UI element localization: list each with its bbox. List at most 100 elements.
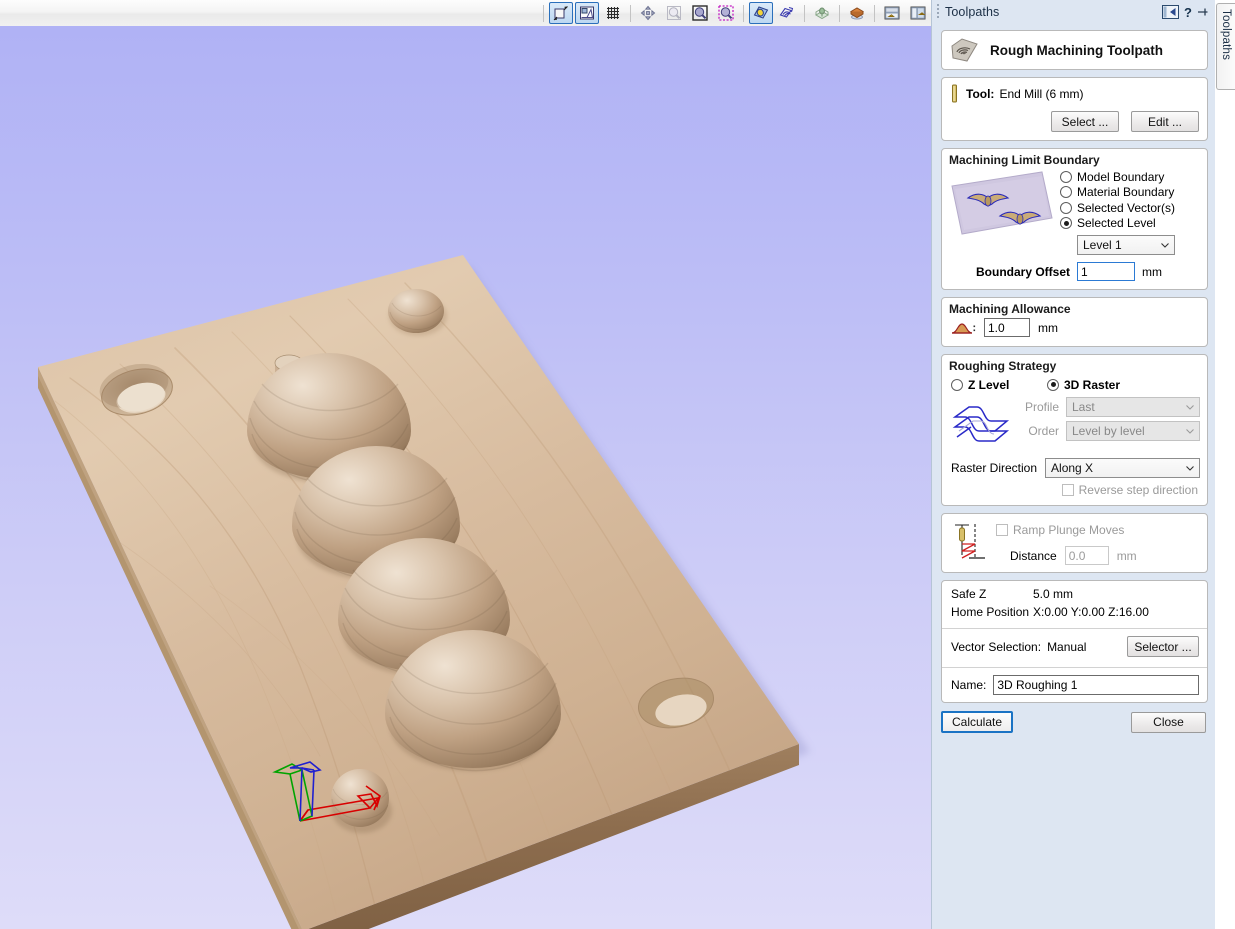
shade-toolpath-icon[interactable] (775, 2, 799, 24)
boundary-offset-label: Boundary Offset (976, 264, 1071, 279)
raster-direction-value: Along X (1051, 461, 1094, 475)
machining-allowance-input[interactable] (984, 318, 1030, 337)
auto-hide-pin-icon[interactable] (1197, 6, 1208, 18)
boundary-offset-input[interactable] (1077, 262, 1136, 281)
rough-machining-icon (951, 37, 978, 62)
toolpaths-panel: Toolpaths ? Rough Machining Toolpath Too… (931, 0, 1215, 929)
selector-button[interactable]: Selector ... (1127, 636, 1199, 657)
machining-allowance-group: Machining Allowance mm (941, 297, 1208, 347)
toolpaths-vertical-tab[interactable]: Toolpaths (1216, 3, 1235, 90)
safe-z-value: 5.0 mm (1033, 587, 1074, 601)
ramp-plunge-label: Ramp Plunge Moves (1013, 523, 1125, 537)
eagle-vectors-preview (951, 171, 1053, 235)
order-select: Level by level (1066, 421, 1200, 441)
boundary-option-material-label: Material Boundary (1077, 185, 1175, 199)
boundary-option-model[interactable]: Model Boundary (1060, 170, 1200, 184)
pan-icon[interactable] (636, 2, 660, 24)
chevron-down-icon (1186, 466, 1194, 471)
zoom-out-icon[interactable] (662, 2, 686, 24)
boundary-option-model-label: Model Boundary (1077, 169, 1165, 184)
reverse-step-checkbox[interactable] (1061, 484, 1074, 496)
toolpath-type-card: Rough Machining Toolpath (941, 30, 1208, 70)
help-icon[interactable]: ? (1184, 5, 1192, 20)
chevron-down-icon (1161, 243, 1169, 248)
two-point-view-icon[interactable] (549, 2, 573, 24)
boundary-option-vectors[interactable]: Selected Vector(s) (1060, 201, 1200, 215)
toolbar-separator (804, 4, 805, 22)
toolbar-separator (839, 4, 840, 22)
shade-job-icon[interactable] (749, 2, 773, 24)
split-view-icon[interactable] (906, 2, 930, 24)
edit-tool-button[interactable]: Edit ... (1131, 111, 1199, 132)
name-label: Name: (951, 678, 987, 692)
boundary-option-vectors-label: Selected Vector(s) (1077, 200, 1176, 215)
calculate-button[interactable]: Calculate (941, 711, 1013, 733)
select-tool-button[interactable]: Select ... (1051, 111, 1119, 132)
draw-material-block-icon[interactable] (810, 2, 834, 24)
boundary-option-level-label: Selected Level (1077, 216, 1156, 230)
ramp-plunge-checkbox[interactable] (996, 524, 1008, 536)
machining-allowance-units: mm (1038, 320, 1058, 335)
radio-model-boundary[interactable] (1060, 170, 1072, 183)
summary-divider (942, 628, 1207, 629)
profile-select-value: Last (1072, 400, 1095, 414)
strategy-option-zlevel[interactable]: Z Level (951, 378, 1047, 392)
tool-value: End Mill (6 mm) (999, 87, 1084, 101)
toolpaths-vertical-tab-label: Toolpaths (1220, 9, 1232, 61)
boundary-offset-units: mm (1142, 264, 1163, 279)
grab-handle-icon[interactable] (936, 3, 941, 21)
radio-z-level[interactable] (951, 378, 963, 391)
material-setup-icon[interactable] (845, 2, 869, 24)
toolpath-summary-group: Safe Z 5.0 mm Home Position X:0.00 Y:0.0… (941, 580, 1208, 703)
roughing-strategy-legend: Roughing Strategy (949, 359, 1057, 373)
boundary-option-level[interactable]: Selected Level (1060, 216, 1200, 230)
toolbar-separator (630, 4, 631, 22)
toolbar-separator (874, 4, 875, 22)
radio-material-boundary[interactable] (1060, 186, 1072, 198)
toolpath-name-input[interactable] (993, 675, 1199, 695)
machining-allowance-legend: Machining Allowance (949, 302, 1071, 316)
allowance-icon (951, 322, 976, 334)
summary-divider (942, 667, 1207, 668)
radio-selected-vectors[interactable] (1060, 201, 1072, 214)
3d-raster-icon (952, 406, 1010, 442)
end-mill-icon (952, 84, 957, 103)
home-position-label: Home Position (951, 605, 1030, 619)
zoom-to-selection-icon[interactable] (714, 2, 738, 24)
zoom-to-fit-icon[interactable] (688, 2, 712, 24)
chevron-down-icon (1186, 405, 1194, 410)
radio-3d-raster[interactable] (1047, 378, 1059, 391)
strategy-option-3draster[interactable]: 3D Raster (1047, 378, 1120, 392)
radio-selected-level[interactable] (1060, 217, 1072, 229)
tool-label: Tool: (966, 87, 995, 101)
safe-z-label: Safe Z (951, 587, 987, 601)
grid-icon[interactable] (601, 2, 625, 24)
order-select-value: Level by level (1072, 424, 1145, 438)
panel-body: Rough Machining Toolpath Tool: End Mill … (932, 24, 1215, 733)
collapse-panel-icon[interactable] (1162, 5, 1180, 19)
3d-viewport[interactable] (0, 26, 931, 929)
order-label: Order (1028, 424, 1059, 438)
ramp-plunge-group: Ramp Plunge Moves Distance mm (941, 513, 1208, 573)
toolbar-separator (743, 4, 744, 22)
ramp-distance-input[interactable] (1064, 546, 1109, 565)
vector-selection-value: Manual (1047, 639, 1087, 654)
strategy-option-zlevel-label: Z Level (968, 377, 1010, 392)
raster-direction-label: Raster Direction (951, 461, 1038, 475)
3d-model-render (38, 255, 810, 929)
ramp-plunge-icon (955, 524, 985, 559)
panel-header-icons: ? (1162, 5, 1215, 20)
machining-limit-boundary-legend: Machining Limit Boundary (949, 153, 1100, 167)
toolpath-type-label: Rough Machining Toolpath (990, 42, 1163, 58)
vector-selection-label: Vector Selection: (951, 639, 1042, 654)
two-view-icon[interactable] (880, 2, 904, 24)
ramp-distance-units: mm (1116, 548, 1137, 563)
close-button[interactable]: Close (1131, 711, 1206, 733)
boundary-option-material[interactable]: Material Boundary (1060, 185, 1200, 199)
roughing-strategy-group: Roughing Strategy Z Level 3D Raster Prof… (941, 354, 1208, 506)
level-select[interactable]: Level 1 (1077, 235, 1175, 255)
reverse-step-label: Reverse step direction (1078, 483, 1198, 497)
raster-direction-select[interactable]: Along X (1045, 458, 1200, 478)
draw-view-icon[interactable] (575, 2, 599, 24)
chevron-down-icon (1186, 429, 1194, 434)
